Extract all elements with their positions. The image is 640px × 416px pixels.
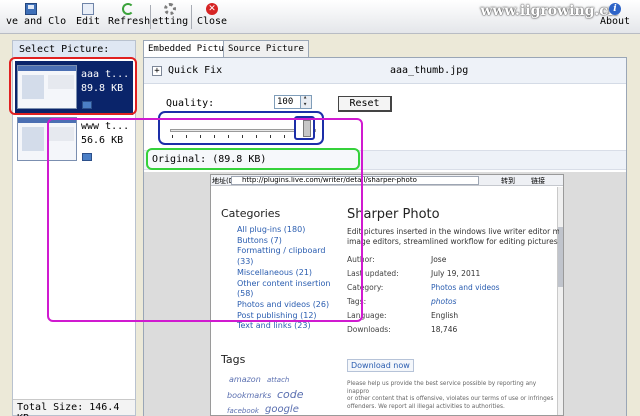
close-icon: ✕ <box>206 3 218 15</box>
meta-value: July 19, 2011 <box>431 269 481 278</box>
notice-line: Please help us provide the best service … <box>347 381 537 395</box>
meta-key: Downloads: <box>347 325 391 334</box>
meta-value: photos <box>431 297 457 306</box>
toolbar: ve and Clo Edit Refresh Settings ✕ Close… <box>0 0 640 34</box>
quality-label: Quality: <box>166 98 215 109</box>
save-icon <box>25 3 37 15</box>
go-label: 转到 <box>501 177 515 185</box>
download-button: Download now <box>347 359 414 372</box>
edit-label: Edit <box>75 16 101 27</box>
tag-item: facebook <box>227 407 259 415</box>
description-line: Edit pictures inserted in the windows li… <box>347 227 559 236</box>
report-notice: Please help us provide the best service … <box>347 381 559 411</box>
meta-value: 18,746 <box>431 325 458 334</box>
tag-item: amazon <box>229 375 261 384</box>
close-button[interactable]: ✕ Close <box>196 2 228 32</box>
description-line: image editors, streamlined workflow for … <box>347 237 558 246</box>
tags-title: Tags <box>221 353 246 366</box>
refresh-label: Refresh <box>108 16 151 27</box>
settings-button[interactable]: Settings <box>152 2 188 32</box>
total-size: Total Size: 146.4 KB <box>13 399 135 416</box>
refresh-icon <box>122 3 134 15</box>
settings-label: Settings <box>152 16 188 27</box>
quick-fix-header: + Quick Fix aaa_thumb.jpg <box>144 58 626 84</box>
edit-icon <box>82 3 94 15</box>
toolbar-separator <box>191 5 192 29</box>
tag-item: google <box>265 404 299 415</box>
reset-button[interactable]: Reset <box>338 96 392 112</box>
app-window: ve and Clo Edit Refresh Settings ✕ Close… <box>0 0 640 416</box>
notice-line: or other content that is offensive, viol… <box>347 396 554 402</box>
meta-value: English <box>431 311 459 320</box>
quick-fix-label: Quick Fix <box>168 65 223 76</box>
toolbar-separator <box>150 5 151 29</box>
links-label: 链接 <box>531 177 545 185</box>
settings-icon <box>164 3 176 15</box>
preview-highlight <box>47 118 363 322</box>
close-label: Close <box>196 16 228 27</box>
refresh-button[interactable]: Refresh <box>108 2 151 32</box>
save-and-close-button[interactable]: ve and Clo <box>6 2 67 32</box>
edit-button[interactable]: Edit <box>74 2 102 32</box>
meta-value: Jose <box>431 255 447 264</box>
expand-icon[interactable]: + <box>152 66 162 76</box>
meta-value: Photos and videos <box>431 283 500 292</box>
about-label: About <box>599 16 631 27</box>
plugin-description: Edit pictures inserted in the windows li… <box>347 227 559 247</box>
save-and-close-label: ve and Clo <box>6 16 67 27</box>
tag-item: bookmarks <box>227 391 272 400</box>
about-button[interactable]: i About <box>598 2 632 32</box>
notice-line: offenders. We report all illegal activit… <box>347 403 505 410</box>
tab-source-picture[interactable]: Source Picture <box>223 40 309 57</box>
category-item: Text and links (23) <box>237 321 311 331</box>
tag-item: code <box>277 388 304 401</box>
selected-picture-highlight <box>9 57 137 115</box>
quality-spinner[interactable] <box>300 93 311 108</box>
tag-item: attach <box>267 376 290 384</box>
file-name: aaa_thumb.jpg <box>390 65 469 76</box>
info-icon: i <box>609 3 621 15</box>
